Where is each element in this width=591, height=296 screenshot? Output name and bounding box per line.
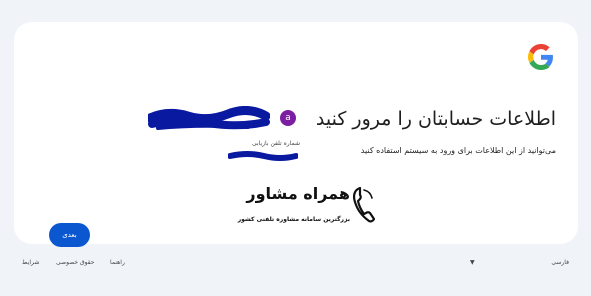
page-title: اطلاعات حسابتان را مرور کنید xyxy=(315,108,556,130)
page-subtitle: می‌توانید از این اطلاعات برای ورود به سی… xyxy=(360,146,556,155)
avatar: a xyxy=(280,110,296,126)
language-select[interactable]: فارسی xyxy=(551,259,569,266)
redacted-recovery-phone xyxy=(228,151,298,161)
terms-link[interactable]: شرایط xyxy=(22,259,39,266)
google-logo-icon xyxy=(528,44,553,70)
recovery-phone-label: شماره تلفن بازیابی xyxy=(251,140,300,147)
phone-handset-logo-icon xyxy=(352,186,376,223)
account-chip: a xyxy=(148,106,298,134)
watermark: همراه مشاور بزرگترین سامانه مشاوره تلفنی… xyxy=(222,184,380,236)
watermark-tagline: بزرگترین سامانه مشاوره تلفنی کشور xyxy=(237,216,350,223)
caret-down-icon[interactable]: ▼ xyxy=(470,259,475,266)
footer: فارسی ▼ راهنما حقوق خصوصی شرایط xyxy=(0,256,591,276)
watermark-name: همراه مشاور xyxy=(246,184,350,203)
help-link[interactable]: راهنما xyxy=(110,259,125,266)
next-button[interactable]: بعدی xyxy=(49,223,90,247)
privacy-link[interactable]: حقوق خصوصی xyxy=(56,259,95,266)
redacted-account-name xyxy=(148,106,270,130)
